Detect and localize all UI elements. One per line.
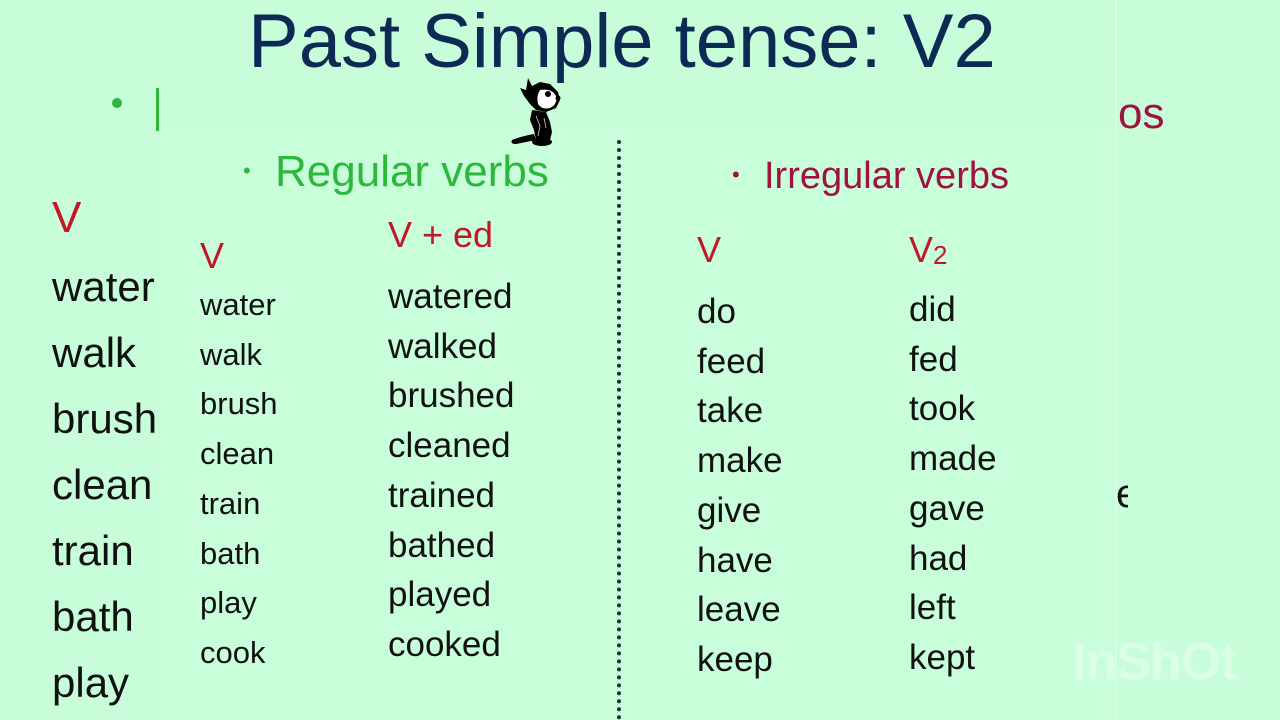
regular-base-verbs-list: water walk brush clean train bath play c… <box>200 280 278 678</box>
verb-item: water <box>200 287 276 322</box>
verb-item: clean <box>200 436 275 472</box>
verb-item: gave <box>909 488 985 528</box>
verb-item: cleaned <box>388 426 511 466</box>
verb-item: keep <box>697 639 773 679</box>
background-heading-fragment: os <box>1118 89 1165 138</box>
verb-item: give <box>697 490 762 530</box>
verb-item: bathed <box>388 525 496 565</box>
regular-past-verbs-list: watered walked brushed cleaned trained b… <box>388 272 514 670</box>
verb-item: took <box>909 389 976 429</box>
background-word: train <box>52 527 134 574</box>
v2-header-subscript: 2 <box>933 240 948 270</box>
background-word-fragment: e <box>1116 474 1128 514</box>
background-word: play <box>52 659 130 706</box>
verb-item: had <box>909 538 968 578</box>
cartoon-cat-icon <box>506 74 568 148</box>
background-word: brush <box>52 395 158 442</box>
verb-item: cook <box>200 634 266 670</box>
slide-edge-line <box>1115 0 1117 720</box>
verb-item: made <box>909 439 997 479</box>
background-word: walk <box>52 329 137 376</box>
background-word: clean <box>52 461 153 508</box>
verb-item: brushed <box>388 376 515 416</box>
regular-past-column-header: V + ed <box>388 214 494 255</box>
background-word: bath <box>52 593 134 640</box>
background-bullet-icon <box>112 98 122 108</box>
background-column-header: V <box>52 196 82 242</box>
verb-item: leave <box>697 590 781 630</box>
verb-item: left <box>909 588 956 628</box>
verb-item: feed <box>697 341 766 381</box>
verb-item: did <box>909 290 956 329</box>
verb-item: bath <box>200 535 261 571</box>
irregular-base-verbs-list: do feed take make give have leave keep <box>697 287 783 685</box>
regular-verbs-heading: Regular verbs <box>275 147 549 196</box>
irregular-past-verbs-list: did fed took made gave had left kept <box>909 285 997 683</box>
inshot-watermark: InShOt <box>1072 633 1237 691</box>
verb-item: have <box>697 540 773 580</box>
verb-item: watered <box>388 277 513 316</box>
verb-item: make <box>697 441 783 481</box>
irregular-base-column-header: V <box>697 229 722 270</box>
verb-item: fed <box>909 339 958 379</box>
verb-item: brush <box>200 386 278 422</box>
background-word: water <box>52 263 155 310</box>
verb-item: play <box>200 585 257 621</box>
verb-item: trained <box>388 475 496 515</box>
verb-item: cooked <box>388 624 501 664</box>
irregular-verbs-heading: Irregular verbs <box>764 155 1009 197</box>
background-verb-column: V water walk brush clean train bath play <box>52 196 160 716</box>
dotted-column-divider <box>617 140 621 720</box>
background-text-cursor <box>156 88 159 131</box>
verb-item: played <box>388 575 492 615</box>
regular-base-column-header: V <box>200 235 225 276</box>
verb-item: take <box>697 391 764 431</box>
regular-bullet-icon: • <box>243 158 251 183</box>
v2-header-main: V <box>909 229 934 270</box>
verb-item: walked <box>388 326 497 366</box>
irregular-past-column-header: V2 <box>909 229 948 270</box>
verb-item: walk <box>200 336 263 372</box>
verb-item: train <box>200 485 261 521</box>
slide-title: Past Simple tense: V2 <box>248 0 996 84</box>
verb-item: do <box>697 292 736 331</box>
irregular-bullet-icon: • <box>732 162 740 187</box>
verb-item: kept <box>909 637 976 677</box>
